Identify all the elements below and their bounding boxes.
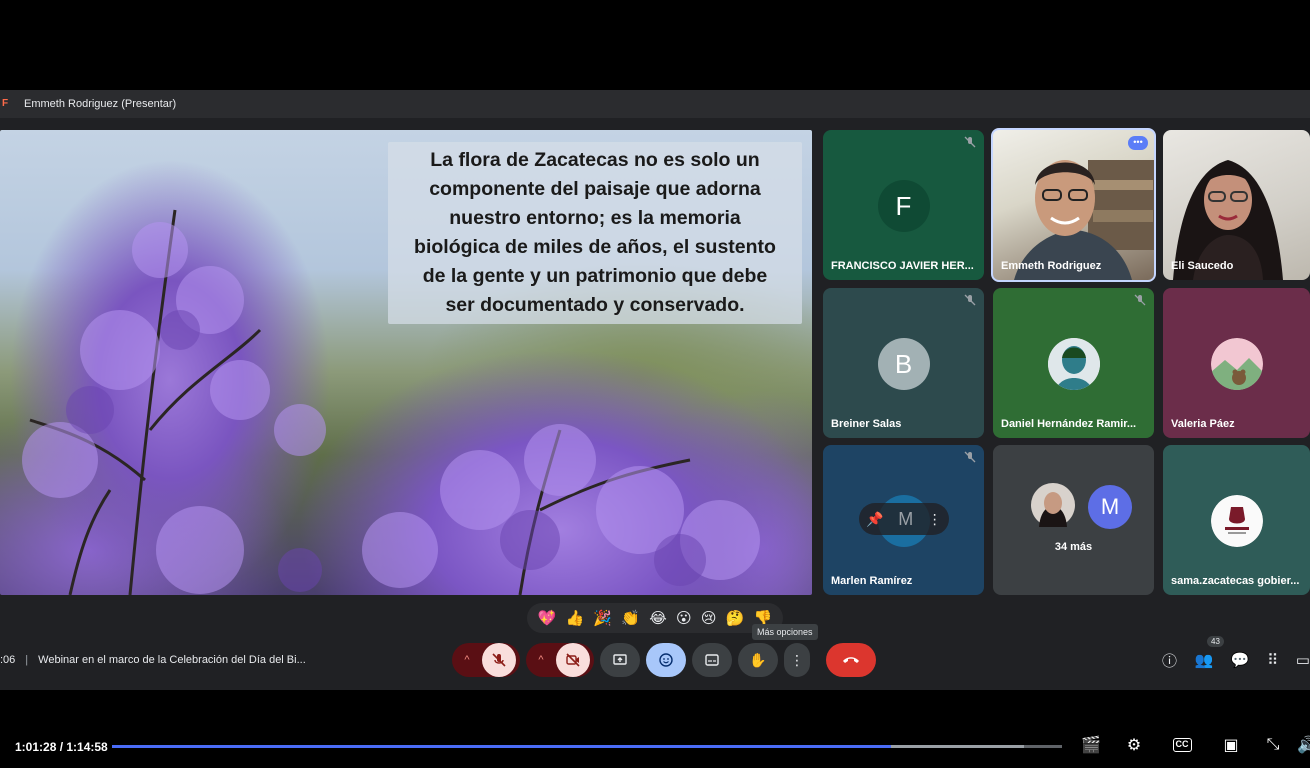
participant-tile-speaking[interactable]: ••• Emmeth Rodriguez <box>991 128 1156 282</box>
seek-bar[interactable] <box>112 745 1062 748</box>
slide-quote-text: La flora de Zacatecas no es solo un comp… <box>414 149 776 316</box>
reaction-party[interactable]: 🎉 <box>593 609 612 627</box>
avatar: F <box>877 180 930 232</box>
avatar <box>1031 483 1075 527</box>
avatar: M <box>1088 485 1132 529</box>
present-indicator-icon: F <box>2 98 9 109</box>
avatar: B <box>877 338 930 390</box>
presenter-label: Emmeth Rodriguez (Presentar) <box>24 98 177 110</box>
presenter-bar: F Emmeth Rodriguez (Presentar) <box>0 90 1310 118</box>
side-panel-controls: ⓘ 👥 💬 ⠿ ▭ <box>1162 646 1310 674</box>
info-icon[interactable]: ⓘ <box>1162 650 1177 671</box>
gear-icon[interactable]: ⚙ <box>1123 734 1145 756</box>
miniplayer-icon[interactable]: ▣ <box>1220 734 1242 756</box>
reactions-bar: 💖 👍 🎉 👏 😂 😮 😢 🤔 👎 <box>527 603 783 633</box>
time-display: 1:01:28 / 1:14:58 <box>15 740 108 754</box>
lock-icon[interactable]: ▭ <box>1296 651 1310 669</box>
participant-tile[interactable]: Eli Saucedo <box>1163 130 1310 280</box>
pin-icon[interactable]: 📌 <box>866 511 883 528</box>
clips-icon[interactable]: 🎬 <box>1080 734 1102 756</box>
cc-icon: CC <box>1172 738 1192 752</box>
reaction-thinking[interactable]: 🤔 <box>726 609 745 627</box>
exit-fullscreen-icon[interactable]: ⤡ <box>1262 734 1284 756</box>
participant-name: Eli Saucedo <box>1171 260 1234 272</box>
camera-options-chevron-icon[interactable]: ^ <box>526 654 556 666</box>
avatar <box>1210 338 1263 390</box>
mic-off-icon <box>964 136 976 148</box>
volume-icon[interactable]: 🔊 <box>1297 734 1310 756</box>
more-options-icon[interactable]: ••• <box>1128 136 1148 150</box>
reaction-surprised[interactable]: 😮 <box>676 609 692 627</box>
emoji-button[interactable] <box>646 643 686 677</box>
avatar-initial: M <box>898 508 914 529</box>
meet-window: F Emmeth Rodriguez (Presentar) La flora … <box>0 90 1310 690</box>
video-player-bar: 1:01:28 / 1:14:58 🎬 ⚙ CC ▣ ⤡ 🔊 <box>0 690 1310 768</box>
meeting-title: Webinar en el marco de la Celebración de… <box>38 654 306 666</box>
participant-name: Valeria Páez <box>1171 418 1235 430</box>
more-options-button[interactable]: ⋮ <box>784 643 810 677</box>
captions-icon <box>705 654 719 666</box>
shared-slide: La flora de Zacatecas no es solo un comp… <box>0 130 812 595</box>
captions-button[interactable] <box>692 643 732 677</box>
mic-off-icon <box>964 294 976 306</box>
participant-tile[interactable]: B Breiner Salas <box>823 288 984 438</box>
mic-off-button[interactable] <box>482 643 516 677</box>
others-tile[interactable]: M 34 más <box>993 445 1154 595</box>
participant-tile[interactable]: Daniel Hernández Ramir... <box>993 288 1154 438</box>
present-icon <box>613 654 627 665</box>
divider: | <box>25 654 29 666</box>
participant-tile[interactable]: 📌 M ⋮ Marlen Ramírez <box>823 445 984 595</box>
participant-name: FRANCISCO JAVIER HER... <box>831 260 974 272</box>
progress-bar <box>112 745 891 748</box>
camera-off-button[interactable] <box>556 643 590 677</box>
more-options-tooltip: Más opciones <box>752 624 818 640</box>
participant-tile[interactable]: F FRANCISCO JAVIER HER... <box>823 130 984 280</box>
present-button[interactable] <box>600 643 640 677</box>
participant-tile[interactable]: sama.zacatecas gobier... <box>1163 445 1310 595</box>
mic-control: ^ <box>452 643 520 677</box>
call-controls: ^ ^ ✋ ⋮ <box>452 642 882 678</box>
meeting-info: :06 | Webinar en el marco de la Celebrac… <box>0 652 306 668</box>
reaction-clap[interactable]: 👏 <box>621 609 640 627</box>
end-call-button[interactable] <box>826 643 876 677</box>
avatar <box>1047 338 1100 390</box>
participant-name: Marlen Ramírez <box>831 575 913 587</box>
avatar <box>1210 495 1263 547</box>
reaction-heart[interactable]: 💖 <box>538 609 557 627</box>
captions-toggle[interactable]: CC <box>1171 734 1193 756</box>
reaction-sad[interactable]: 😢 <box>701 609 717 627</box>
mic-options-chevron-icon[interactable]: ^ <box>452 654 482 666</box>
participant-name: sama.zacatecas gobier... <box>1171 575 1300 587</box>
participant-name: Breiner Salas <box>831 418 902 430</box>
raise-hand-button[interactable]: ✋ <box>738 643 778 677</box>
tile-hover-controls: 📌 M ⋮ <box>859 503 949 535</box>
cam-off-icon <box>566 653 580 667</box>
emoji-icon <box>659 653 673 667</box>
mic-off-icon <box>1134 294 1146 306</box>
meeting-clock: :06 <box>0 654 16 666</box>
camera-control: ^ <box>526 643 594 677</box>
activities-icon[interactable]: ⠿ <box>1267 651 1278 669</box>
participant-name: Daniel Hernández Ramir... <box>1001 418 1137 430</box>
participant-video <box>1173 160 1283 280</box>
slide-quote-box: La flora de Zacatecas no es solo un comp… <box>388 142 802 324</box>
people-icon[interactable]: 👥 <box>1195 651 1214 669</box>
more-vert-icon[interactable]: ⋮ <box>928 511 942 528</box>
mic-off-icon <box>492 653 506 667</box>
participant-tile[interactable]: Valeria Páez <box>1163 288 1310 438</box>
mic-off-icon <box>964 451 976 463</box>
participant-name: Emmeth Rodriguez <box>1001 260 1102 272</box>
raise-hand-icon: ✋ <box>749 651 767 668</box>
reaction-laugh[interactable]: 😂 <box>649 609 667 627</box>
more-vert-icon: ⋮ <box>790 651 804 668</box>
reaction-thumbs-up[interactable]: 👍 <box>566 609 585 627</box>
others-count: 34 más <box>1054 541 1093 553</box>
end-call-icon <box>843 657 859 663</box>
letterbox-top <box>0 0 1310 90</box>
chat-icon[interactable]: 💬 <box>1231 651 1250 669</box>
